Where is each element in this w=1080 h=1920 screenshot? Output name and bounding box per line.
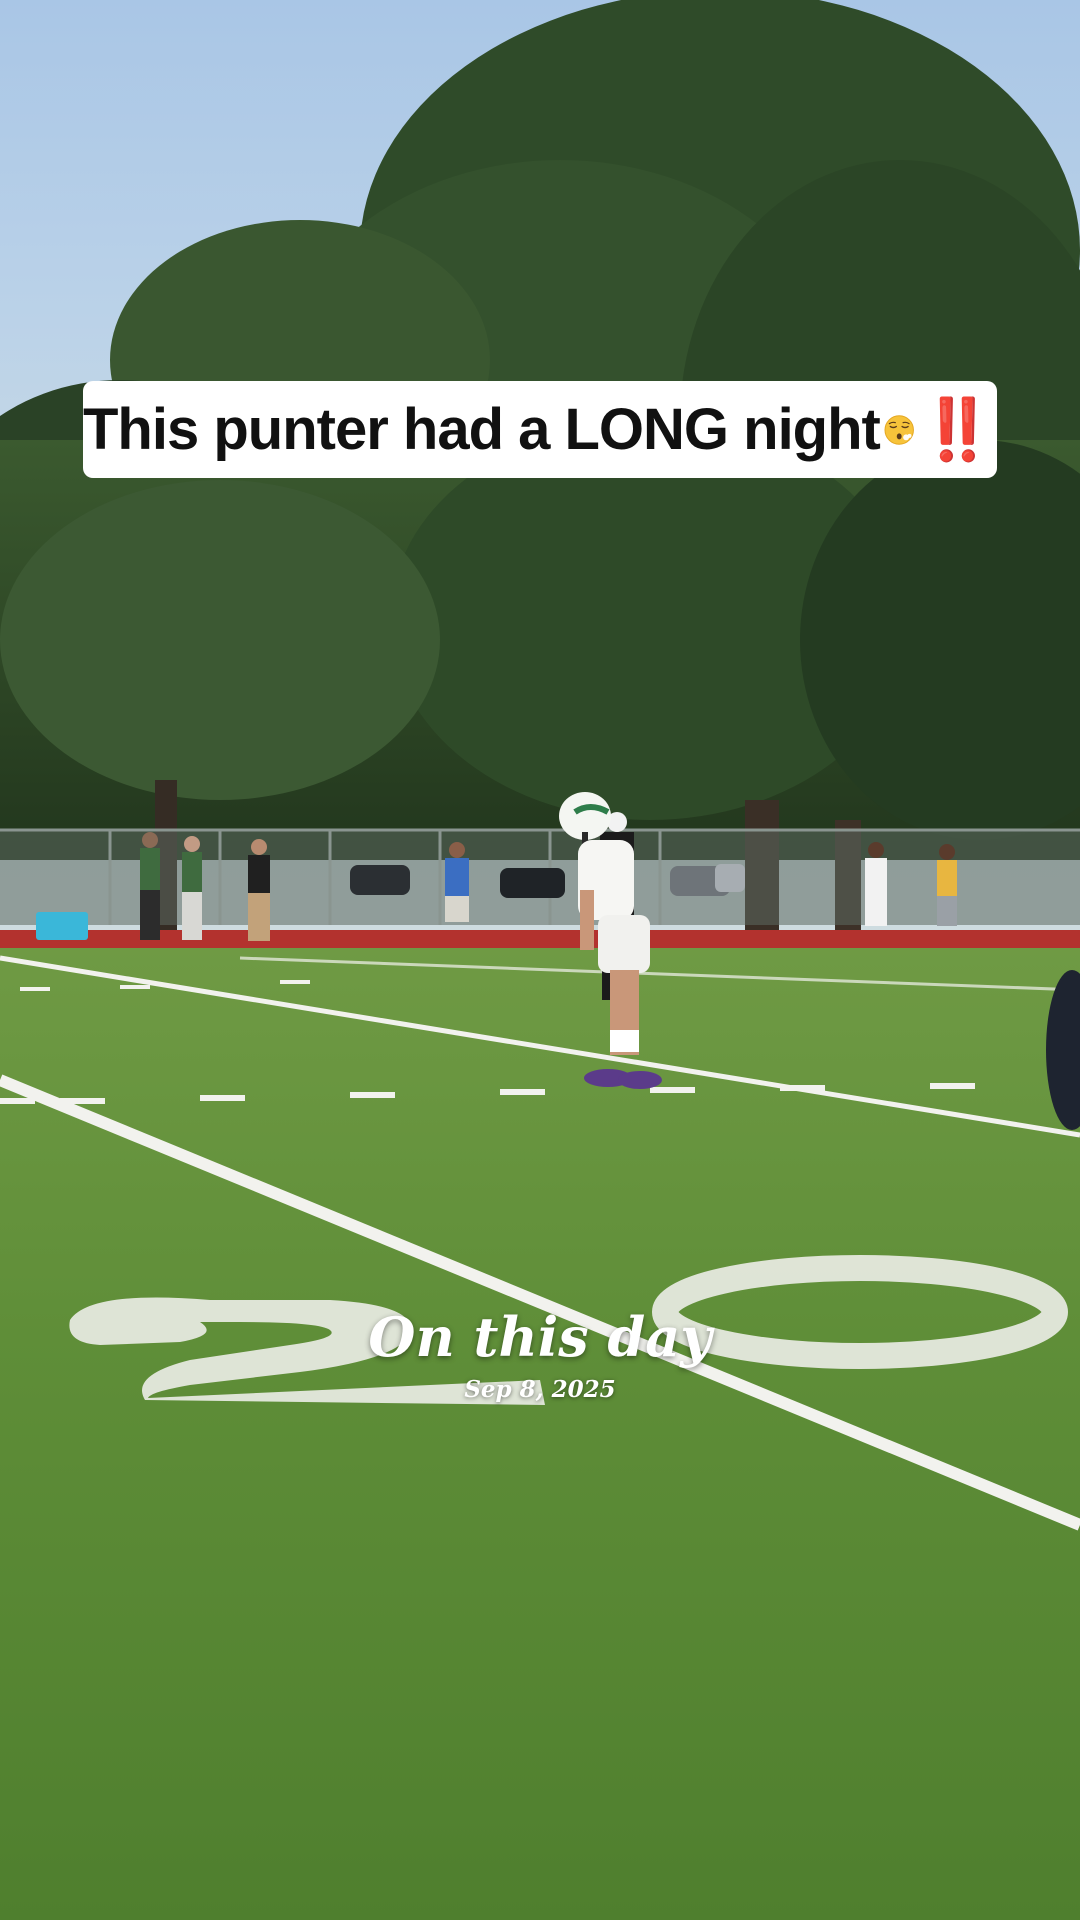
story-viewer: This punter had a LONG night ‼️ On this … <box>0 0 1080 1920</box>
memory-title: On this day <box>368 1305 712 1369</box>
double-exclamation-emoji: ‼️ <box>920 396 997 463</box>
field-photo <box>0 0 1080 1920</box>
face-exhaling-emoji <box>884 414 914 445</box>
story-caption: This punter had a LONG night ‼️ <box>83 381 997 478</box>
memory-date: Sep 8, 2025 <box>464 1376 616 1403</box>
caption-text: This punter had a LONG night <box>83 397 881 462</box>
